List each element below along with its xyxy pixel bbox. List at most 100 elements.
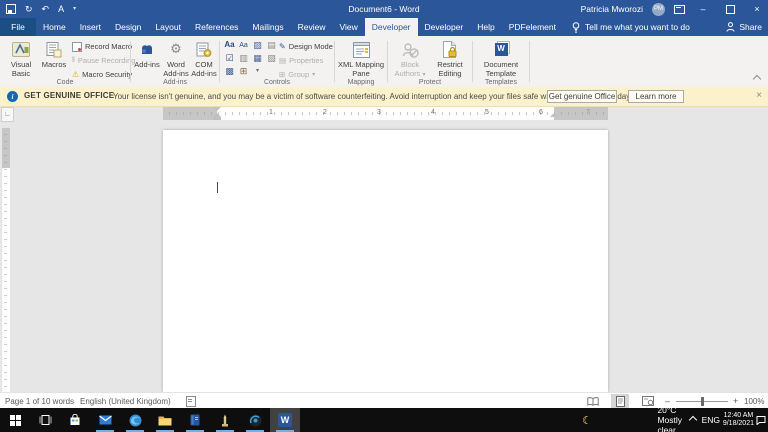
title-bar: ↻ ↶ A ▾ Document6 - Word Patricia Mworoz… bbox=[0, 0, 768, 18]
right-indent-marker[interactable] bbox=[550, 113, 558, 117]
proofing-status-icon[interactable] bbox=[186, 393, 196, 409]
tab-pdfelement[interactable]: PDFelement bbox=[502, 18, 563, 36]
plain-text-control-icon[interactable]: Aa bbox=[237, 39, 250, 51]
picture-control-icon[interactable]: ▨ bbox=[251, 39, 264, 51]
tab-references[interactable]: References bbox=[188, 18, 245, 36]
tab-help[interactable]: Help bbox=[470, 18, 501, 36]
weather-moon-icon[interactable]: ☾ bbox=[582, 408, 592, 432]
word-count[interactable]: 0 words bbox=[46, 393, 74, 409]
tab-insert[interactable]: Insert bbox=[73, 18, 108, 36]
sphere-app-button[interactable] bbox=[240, 408, 270, 432]
vertical-ruler[interactable] bbox=[2, 128, 10, 392]
add-ins-button[interactable]: Add-ins bbox=[133, 38, 161, 80]
first-line-indent-marker[interactable] bbox=[213, 107, 221, 111]
tab-developer-active[interactable]: Developer bbox=[365, 18, 418, 36]
font-tool-icon[interactable]: A bbox=[58, 5, 64, 14]
macros-button[interactable]: Macros bbox=[39, 38, 69, 80]
horizontal-ruler[interactable]: 1 2 3 4 5 6 7 bbox=[163, 107, 608, 120]
minimize-button[interactable]: – bbox=[694, 0, 712, 18]
clock[interactable]: 12:40 AM 9/18/2021 bbox=[723, 408, 754, 432]
tab-review[interactable]: Review bbox=[291, 18, 333, 36]
group-label-templates: Templates bbox=[474, 79, 528, 86]
avatar[interactable]: PM bbox=[652, 3, 665, 16]
tab-home[interactable]: Home bbox=[36, 18, 73, 36]
mail-button[interactable] bbox=[90, 408, 120, 432]
document-template-button[interactable]: W Document Template bbox=[476, 38, 526, 80]
file-explorer-button[interactable] bbox=[150, 408, 180, 432]
share-label: Share bbox=[739, 22, 762, 32]
word-taskbar-button[interactable]: W bbox=[270, 408, 300, 432]
undo-icon[interactable]: ↶ bbox=[42, 5, 50, 14]
word-add-ins-button[interactable]: ⚙ Word Add-ins bbox=[162, 38, 190, 80]
edge-button[interactable] bbox=[120, 408, 150, 432]
input-language-indicator[interactable]: ENG bbox=[702, 408, 720, 432]
date-picker-control-icon[interactable]: ▧ bbox=[265, 52, 278, 64]
document-page[interactable] bbox=[163, 130, 608, 392]
record-macro-button[interactable]: Record Macro bbox=[72, 40, 132, 53]
page-indicator[interactable]: Page 1 of 1 bbox=[5, 393, 46, 409]
tab-mailings[interactable]: Mailings bbox=[245, 18, 290, 36]
start-button[interactable] bbox=[0, 408, 30, 432]
xml-mapping-pane-label: XML Mapping Pane bbox=[338, 61, 384, 78]
redo-icon[interactable]: ↻ bbox=[25, 5, 33, 14]
hidden-icons-button[interactable] bbox=[690, 408, 696, 432]
block-authors-label: Block Authors ▾ bbox=[391, 61, 429, 79]
record-macro-label: Record Macro bbox=[85, 42, 132, 51]
document-template-label: Document Template bbox=[476, 61, 526, 78]
microsoft-store-button[interactable] bbox=[60, 408, 90, 432]
customize-qat-icon[interactable]: ▾ bbox=[73, 6, 76, 12]
combo-box-control-icon[interactable]: ▥ bbox=[237, 52, 250, 64]
legacy-tools-dropdown-icon[interactable]: ▾ bbox=[251, 65, 264, 77]
learn-more-button[interactable]: Learn more bbox=[628, 90, 684, 103]
zoom-in-button[interactable]: + bbox=[733, 393, 738, 409]
weather-widget[interactable]: 20°C Mostly clear bbox=[657, 408, 682, 432]
xml-mapping-pane-button[interactable]: XML Mapping Pane bbox=[338, 38, 384, 80]
print-layout-button[interactable] bbox=[611, 394, 629, 408]
tab-view[interactable]: View bbox=[332, 18, 364, 36]
com-add-ins-button[interactable]: COM Add-ins bbox=[190, 38, 218, 80]
language-indicator[interactable]: English (United Kingdom) bbox=[80, 393, 171, 409]
web-layout-button[interactable] bbox=[639, 394, 657, 408]
tab-layout[interactable]: Layout bbox=[148, 18, 188, 36]
read-mode-button[interactable] bbox=[584, 394, 602, 408]
share-button[interactable]: Share bbox=[726, 18, 762, 36]
group-separator bbox=[130, 41, 131, 82]
restrict-editing-icon bbox=[442, 40, 458, 59]
rich-text-control-icon[interactable]: Aa bbox=[223, 39, 236, 51]
tab-selector[interactable]: ∟ bbox=[1, 107, 14, 122]
visual-basic-button[interactable]: Visual Basic bbox=[4, 38, 38, 80]
left-indent-marker[interactable] bbox=[213, 117, 221, 120]
zoom-level[interactable]: 100% bbox=[744, 393, 764, 409]
com-add-ins-icon bbox=[196, 40, 212, 59]
visual-basic-icon bbox=[12, 40, 30, 59]
tab-developer-2[interactable]: Developer bbox=[418, 18, 471, 36]
task-view-button[interactable] bbox=[30, 408, 60, 432]
tab-design[interactable]: Design bbox=[108, 18, 148, 36]
zoom-slider-thumb[interactable] bbox=[701, 397, 704, 406]
ribbon-display-options-icon[interactable] bbox=[674, 5, 685, 14]
action-center-button[interactable] bbox=[756, 408, 766, 432]
blue-book-app-button[interactable] bbox=[180, 408, 210, 432]
print-layout-icon bbox=[616, 396, 625, 407]
group-separator bbox=[472, 41, 473, 82]
message-bar-close-icon[interactable]: × bbox=[756, 90, 762, 101]
tab-file[interactable]: File bbox=[0, 18, 36, 36]
ruler-number: 7 bbox=[583, 109, 593, 116]
legacy-tools-icon[interactable]: ⊞ bbox=[237, 65, 250, 77]
close-button[interactable]: × bbox=[748, 0, 766, 18]
tower-app-button[interactable] bbox=[210, 408, 240, 432]
restrict-editing-button[interactable]: Restrict Editing bbox=[431, 38, 469, 80]
get-genuine-office-button[interactable]: Get genuine Office bbox=[547, 90, 617, 103]
user-name[interactable]: Patricia Mworozi bbox=[581, 4, 643, 14]
restore-button[interactable] bbox=[721, 0, 739, 18]
tell-me-box[interactable]: Tell me what you want to do bbox=[572, 18, 690, 36]
save-icon[interactable] bbox=[6, 4, 16, 14]
design-mode-button[interactable]: ✎ Design Mode bbox=[279, 40, 333, 53]
building-block-gallery-icon[interactable]: ▤ bbox=[265, 39, 278, 51]
check-box-control-icon[interactable]: ☑ bbox=[223, 52, 236, 64]
ruler-number: 6 bbox=[536, 109, 546, 116]
repeating-section-control-icon[interactable]: ▩ bbox=[223, 65, 236, 77]
collapse-ribbon-icon[interactable] bbox=[753, 75, 761, 83]
ruler-number: 4 bbox=[428, 109, 438, 116]
drop-down-list-control-icon[interactable]: ▦ bbox=[251, 52, 264, 64]
